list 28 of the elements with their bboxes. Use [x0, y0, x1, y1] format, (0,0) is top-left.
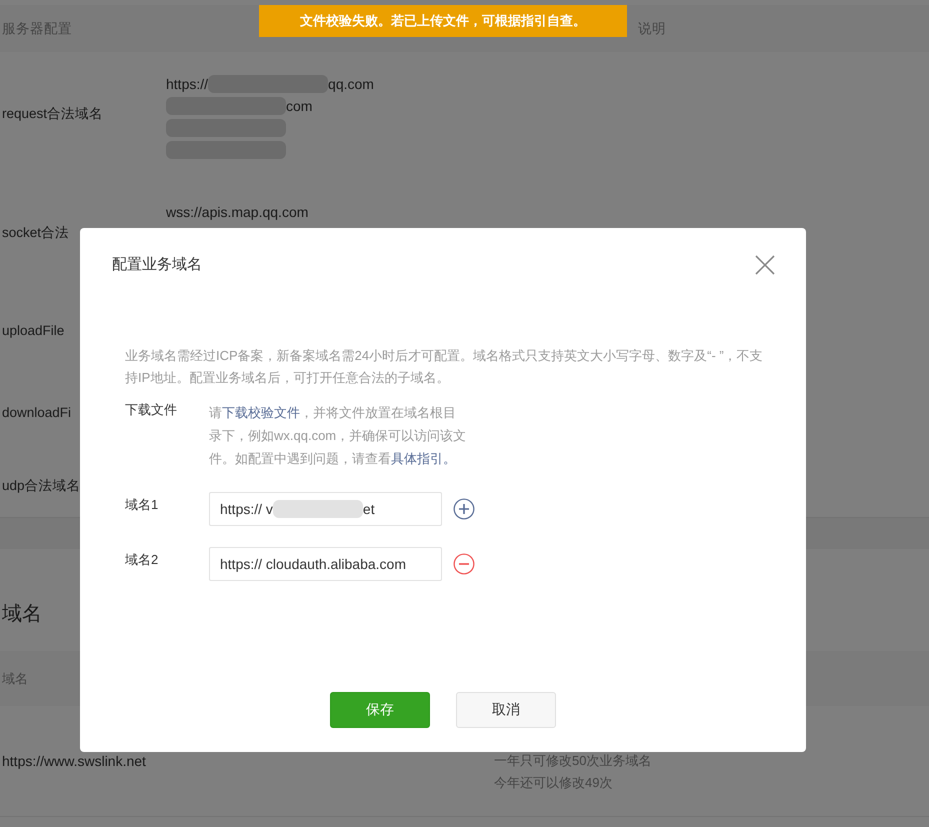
row-label: udp合法域名: [2, 478, 81, 493]
table-cell-text: https://www.swslink.net: [1, 753, 147, 769]
field-label: 域名2: [125, 551, 160, 569]
cancel-button[interactable]: 取消: [456, 692, 556, 728]
close-button[interactable]: [755, 255, 775, 275]
input-field[interactable]: https:// v et: [209, 492, 442, 526]
link[interactable]: 下载校验文件: [222, 405, 300, 420]
instruction-text: 请下载校验文件，并将文件放置在域名根目录下，例如wx.qq.com，并确保可以访问该文件。如配置中遇到问题，请查看具体指引。: [209, 404, 467, 468]
row-label: downloadFi: [2, 405, 72, 420]
domain-text: qq.com: [328, 75, 374, 94]
link[interactable]: 具体指引。: [391, 451, 456, 466]
remove-icon[interactable]: [453, 553, 475, 575]
row-label: uploadFile: [2, 322, 64, 338]
row-label: request合法域名: [2, 106, 104, 120]
field-label: 下载文件: [125, 401, 178, 419]
error-toast: 文件校验失败。若已上传文件，可根据指引自查。: [259, 5, 627, 37]
note-text: 一年只可修改50次业务域名: [494, 752, 652, 770]
input-field[interactable]: https:// cloudauth.alibaba.com: [209, 547, 442, 581]
field-label: 域名1: [125, 496, 160, 514]
section-title: 域名: [2, 602, 42, 627]
add-icon[interactable]: [453, 498, 475, 520]
dialog-title: 配置业务域名: [112, 255, 202, 274]
domain-text: https://: [166, 75, 208, 94]
domain-text: wss://apis.map.qq.com: [166, 203, 308, 222]
note-text: 今年还可以修改49次: [494, 774, 614, 792]
row-label: socket合法: [2, 224, 70, 240]
description-text: 业务域名需经过ICP备案，新备案域名需24小时后才可配置。域名格式只支持英文大小写字母、数字及“- ”，不支持IP地址。配置业务域名后，可打开任意合法的子域名。: [125, 347, 764, 387]
domain-text: com: [286, 97, 312, 116]
